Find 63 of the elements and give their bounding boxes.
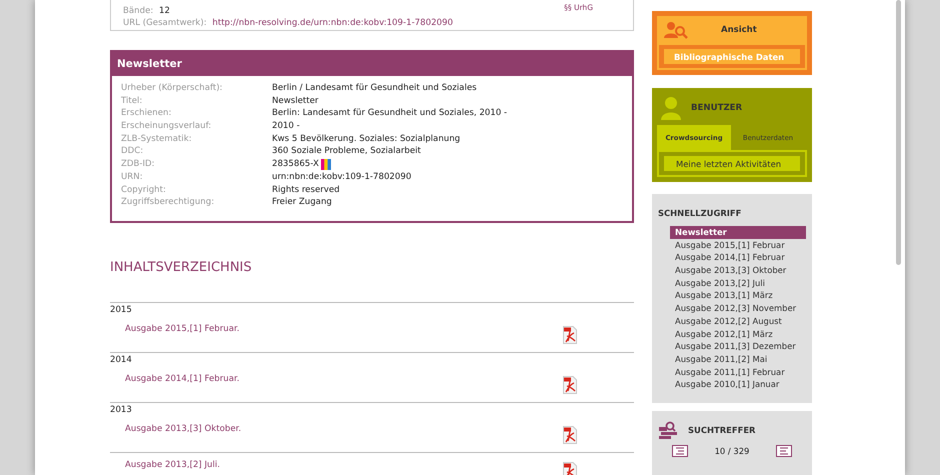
pdf-file-icon[interactable]	[563, 426, 577, 444]
field-value: Berlin: Landesamt für Gesundheit und Soziales, 2010 -	[272, 107, 508, 120]
activity-button[interactable]: Meine letzten Aktivitäten	[664, 156, 800, 171]
quick-access-item[interactable]: Newsletter	[670, 226, 806, 239]
field-label: Erschienen:	[121, 107, 172, 120]
pdf-file-icon[interactable]	[563, 326, 577, 344]
field-label: URL (Gesamtwerk):	[123, 18, 207, 28]
panel-title: Ansicht	[721, 24, 757, 34]
section-heading: INHALTSVERZEICHNIS	[110, 258, 253, 277]
issue-link[interactable]: Ausgabe 2013,[3] Oktober.	[125, 424, 242, 434]
panel-title: SCHNELLZUGRIFF	[658, 208, 742, 218]
quick-access-item[interactable]: Ausgabe 2012,[1] März	[670, 328, 806, 340]
quick-access-item[interactable]: Ausgabe 2013,[1] März	[670, 289, 806, 302]
quick-access-item[interactable]: Ausgabe 2012,[3] November	[670, 302, 806, 315]
quick-access-item[interactable]: Ausgabe 2012,[2] August	[670, 314, 806, 328]
url-link[interactable]: http://nbn-resolving.de/urn:nbn:de:kobv:109-1-7802090	[212, 18, 453, 28]
field-label: Zugriffsberechtigung:	[121, 196, 216, 209]
field-label: DDC:	[121, 145, 144, 158]
field-label: Bände:	[123, 6, 154, 16]
issue-link[interactable]: Ausgabe 2013,[2] Juli.	[125, 460, 220, 470]
field-value: 360 Soziale Probleme, Sozialarbeit	[272, 145, 421, 158]
field-value: 12	[158, 6, 170, 16]
field-value: urn:nbn:de:kobv:109-1-7802090	[272, 170, 412, 184]
pdf-file-icon[interactable]	[563, 376, 577, 394]
quick-access-item[interactable]: Ausgabe 2011,[3] Dezember	[670, 340, 806, 353]
year-heading: 2015	[110, 304, 133, 317]
field-label: Urheber (Körperschaft):	[121, 82, 224, 95]
issue-link[interactable]: Ausgabe 2015,[1] Februar.	[125, 324, 240, 334]
field-value: Rights reserved	[272, 184, 340, 196]
field-value: Newsletter	[272, 94, 318, 108]
scrollbar-thumb[interactable]	[896, 0, 901, 265]
quick-access-item[interactable]: Ausgabe 2010,[1] Januar	[670, 378, 806, 391]
previous-list-icon[interactable]	[672, 444, 688, 457]
person-icon	[661, 96, 681, 120]
field-value: Kws 5 Bevölkerung. Soziales: Sozialplanung	[272, 132, 460, 146]
user-search-icon	[663, 20, 689, 38]
panel-title: BENUTZER	[691, 103, 742, 113]
quick-access-item[interactable]: Ausgabe 2011,[2] Mai	[670, 352, 806, 366]
quick-access-item[interactable]: Ausgabe 2015,[1] Februar	[670, 238, 806, 252]
zdb-logo-icon[interactable]	[320, 158, 331, 170]
field-label: ZDB-ID:	[121, 158, 156, 171]
field-label: Copyright:	[121, 184, 167, 196]
field-value: Berlin / Landesamt für Gesundheit und Soziales	[272, 82, 477, 95]
quick-access-item[interactable]: Ausgabe 2013,[2] Juli	[670, 276, 806, 290]
panel-title: SUCHTREFFER	[688, 424, 756, 435]
search-results-icon	[658, 420, 680, 439]
panel-title: Newsletter	[112, 52, 632, 76]
next-list-icon[interactable]	[776, 444, 792, 457]
field-value: 2835865-X	[272, 158, 319, 171]
year-heading: 2014	[110, 354, 133, 367]
field-value: 2010 -	[272, 120, 300, 133]
quick-access-item[interactable]: Ausgabe 2011,[1] Februar	[670, 366, 806, 378]
field-label: Erscheinungsverlauf:	[121, 120, 212, 133]
issue-link[interactable]: Ausgabe 2014,[1] Februar.	[125, 374, 240, 384]
field-label: URN:	[121, 170, 144, 184]
year-heading: 2013	[110, 404, 133, 417]
pdf-file-icon[interactable]	[563, 462, 577, 475]
field-label: Titel:	[121, 94, 144, 108]
field-label: ZLB-Systematik:	[121, 132, 193, 146]
quick-access-item[interactable]: Ausgabe 2013,[3] Oktober	[670, 264, 806, 277]
hit-counter: 10 / 329	[714, 446, 750, 456]
quick-access-item[interactable]: Ausgabe 2014,[1] Februar	[670, 251, 806, 264]
field-value: Freier Zugang	[272, 196, 332, 209]
